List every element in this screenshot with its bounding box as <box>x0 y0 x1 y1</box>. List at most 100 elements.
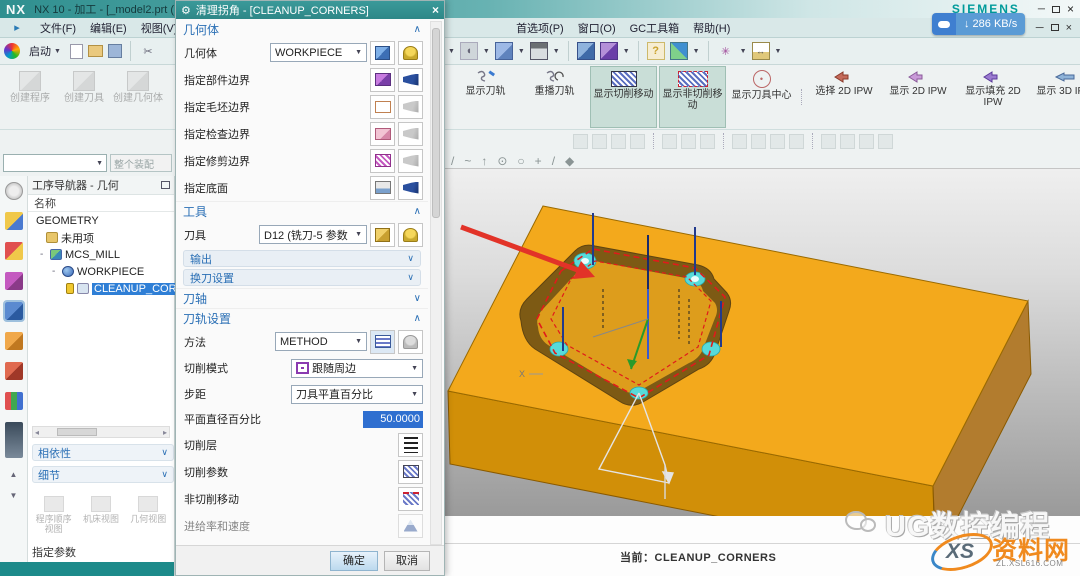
details-panel[interactable]: 细节 ∨ <box>32 466 174 483</box>
edit-method-button[interactable] <box>398 330 423 354</box>
child-minimize-button[interactable]: ─ <box>1036 22 1044 34</box>
open-file-icon[interactable] <box>88 45 103 57</box>
library-books-icon[interactable] <box>5 392 23 410</box>
caret-icon[interactable]: ▼ <box>693 48 700 55</box>
show-filled-2d-ipw-button[interactable]: 显示填充 2D IPW <box>956 66 1030 128</box>
cutting-params-button[interactable] <box>398 460 423 484</box>
display-part-boundary-button[interactable] <box>398 68 423 92</box>
tool-change-subsection[interactable]: 换刀设置 ∨ <box>183 269 421 286</box>
menu-gc-toolbox[interactable]: GC工具箱 <box>630 20 680 36</box>
display-floor-button[interactable] <box>398 176 423 200</box>
arrow-tool-icon[interactable]: ↑ <box>481 154 487 168</box>
machine-tool-navigator-icon[interactable] <box>5 332 23 350</box>
menu-view[interactable]: 视图(V) <box>141 20 178 36</box>
display-check-boundary-button[interactable] <box>398 122 423 146</box>
circle-center-tool-icon[interactable]: ⊙ <box>497 154 507 168</box>
caret-icon[interactable]: ▼ <box>518 48 525 55</box>
show-3d-ipw-button[interactable]: 显示 3D IPW <box>1032 66 1080 128</box>
method-dropdown[interactable]: METHOD ▼ <box>275 332 367 351</box>
show-2d-ipw-button[interactable]: 显示 2D IPW <box>882 66 954 128</box>
scroll-right-icon[interactable]: ▸ <box>163 428 167 437</box>
point-tool-icon[interactable]: + <box>535 154 542 168</box>
create-geometry-button[interactable]: 创建几何体 <box>112 67 164 125</box>
constraint-navigator-icon[interactable] <box>5 212 23 230</box>
polygon-tool-icon[interactable]: ◆ <box>565 154 574 168</box>
create-tool-button[interactable]: 创建刀具 <box>58 67 110 125</box>
percent-input[interactable]: 50.0000 <box>363 411 423 428</box>
machine-tool-view-button[interactable]: 机床视图 <box>79 496 123 534</box>
cut-icon[interactable]: ✂ <box>139 42 157 60</box>
select-check-boundary-button[interactable] <box>370 122 395 146</box>
create-new-tool-button[interactable] <box>370 223 395 247</box>
assembly-navigator-icon[interactable] <box>5 182 23 200</box>
minimize-button[interactable]: ─ <box>1038 4 1045 15</box>
program-order-view-button[interactable]: 程序顺序视图 <box>32 496 76 534</box>
edit-object-display-icon[interactable] <box>600 42 618 60</box>
layer-settings-icon[interactable] <box>530 42 548 60</box>
tree-row-unused[interactable]: 未用项 <box>28 229 174 246</box>
menu-window[interactable]: 窗口(O) <box>578 20 616 36</box>
toolbar-icon[interactable] <box>840 134 855 149</box>
tool-axis-section-header[interactable]: 刀轴 ∨ <box>176 288 428 308</box>
expander-icon[interactable]: - <box>52 266 59 277</box>
cancel-button[interactable]: 取消 <box>384 551 430 571</box>
close-button[interactable]: × <box>1067 2 1074 16</box>
toolbar-icon[interactable] <box>630 134 645 149</box>
part-navigator-icon[interactable] <box>5 242 23 260</box>
ok-button[interactable]: 确定 <box>330 551 378 571</box>
edit-tool-button[interactable] <box>398 223 423 247</box>
toolbar-icon[interactable] <box>700 134 715 149</box>
cut-pattern-dropdown[interactable]: 跟随周边 ▼ <box>291 359 423 378</box>
command-finder-icon[interactable]: ? <box>647 42 665 60</box>
select-blank-boundary-button[interactable] <box>370 95 395 119</box>
render-style-icon[interactable]: ◖ <box>460 42 478 60</box>
toolbar-icon[interactable] <box>573 134 588 149</box>
menu-edit[interactable]: 编辑(E) <box>90 20 127 36</box>
dialog-title-bar[interactable]: ⚙ 清理拐角 - [CLEANUP_CORNERS] × <box>176 1 444 19</box>
orient-view-cube-icon[interactable] <box>495 42 513 60</box>
child-close-button[interactable]: × <box>1066 22 1072 34</box>
history-palette-icon[interactable] <box>5 422 23 458</box>
show-cutting-moves-button[interactable]: 显示切削移动 <box>590 66 657 128</box>
toolbar-icon[interactable] <box>662 134 677 149</box>
select-floor-button[interactable] <box>370 176 395 200</box>
toolbar-icon[interactable] <box>859 134 874 149</box>
dependencies-panel[interactable]: 相依性 ∨ <box>32 444 174 461</box>
dialog-scrollbar[interactable] <box>430 21 442 545</box>
new-method-button[interactable] <box>370 330 395 354</box>
stepover-dropdown[interactable]: 刀具平直百分比 ▼ <box>291 385 423 404</box>
graphics-viewport[interactable]: X <box>443 168 1080 516</box>
toolbar-icon[interactable] <box>592 134 607 149</box>
caret-icon[interactable]: ▼ <box>623 48 630 55</box>
child-restore-button[interactable] <box>1051 24 1059 31</box>
display-blank-boundary-button[interactable] <box>398 95 423 119</box>
create-program-button[interactable]: 创建程序 <box>4 67 56 125</box>
toolbar-icon[interactable] <box>751 134 766 149</box>
select-2d-ipw-button[interactable]: 选择 2D IPW <box>808 66 880 128</box>
cut-levels-button[interactable] <box>398 433 423 457</box>
geometry-section-header[interactable]: 几何体 ∧ <box>176 19 428 39</box>
process-assistant-icon[interactable] <box>5 362 23 380</box>
dialog-close-button[interactable]: × <box>432 3 439 17</box>
scroll-left-icon[interactable]: ◂ <box>35 428 39 437</box>
spline-tool-icon[interactable]: ~ <box>464 154 471 168</box>
geometry-view-button[interactable]: 几何视图 <box>126 496 170 534</box>
show-tool-center-button[interactable]: • 显示刀具中心 <box>728 66 795 128</box>
select-geometry-button[interactable] <box>370 41 395 65</box>
geometry-dropdown[interactable]: WORKPIECE ▼ <box>270 43 367 62</box>
restore-button[interactable] <box>1052 6 1060 13</box>
tool-section-header[interactable]: 工具 ∧ <box>176 201 428 221</box>
select-part-boundary-button[interactable] <box>370 68 395 92</box>
tool-dropdown[interactable]: D12 (铣刀-5 参数 ▼ <box>259 225 367 244</box>
scroll-thumb[interactable] <box>57 428 97 436</box>
show-hide-icon[interactable] <box>577 42 595 60</box>
view-section-icon[interactable] <box>670 42 688 60</box>
circle-tool-icon[interactable]: ○ <box>517 154 524 168</box>
scroll-down-icon[interactable]: ▼ <box>10 491 18 500</box>
noncutting-moves-button[interactable] <box>398 487 423 511</box>
show-noncutting-moves-button[interactable]: 显示非切削移动 <box>659 66 726 128</box>
save-icon[interactable] <box>108 44 122 58</box>
toolbar-icon[interactable] <box>789 134 804 149</box>
menu-preferences[interactable]: 首选项(P) <box>516 20 564 36</box>
reuse-library-icon[interactable] <box>5 272 23 290</box>
